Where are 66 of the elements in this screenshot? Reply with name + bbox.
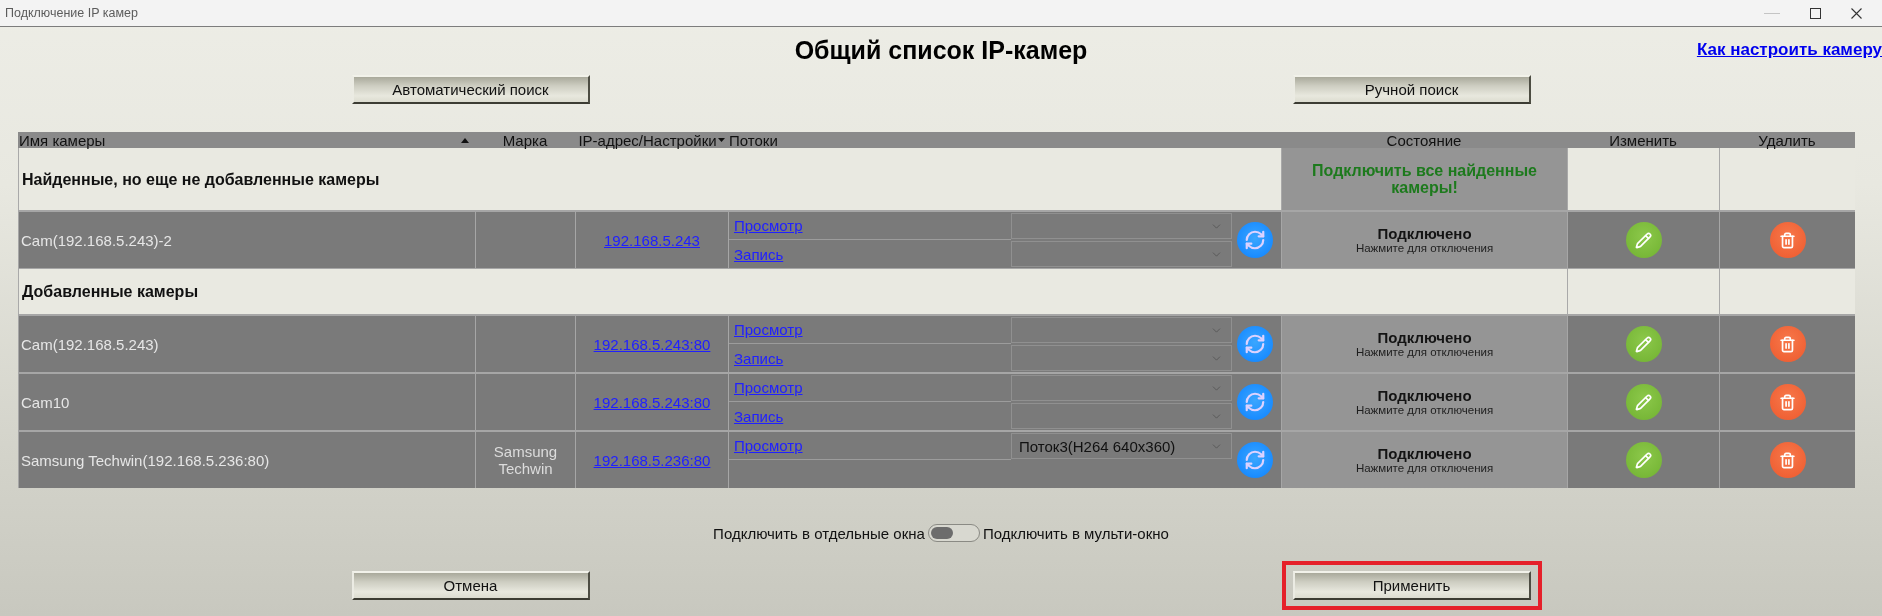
delete-button[interactable] xyxy=(1769,442,1806,478)
sort-up-icon[interactable] xyxy=(461,137,469,143)
edit-button[interactable] xyxy=(1625,384,1662,420)
column-header: Состояние xyxy=(1386,132,1462,148)
pencil-icon xyxy=(1635,335,1653,353)
mode-label: Подключить в мульти-окно xyxy=(982,524,1169,542)
edit-button[interactable] xyxy=(1625,222,1662,258)
stream-link[interactable]: Просмотр xyxy=(734,321,803,338)
delete-button[interactable] xyxy=(1769,222,1806,258)
status-button[interactable]: Подключено Нажмите для отключения xyxy=(1281,315,1568,373)
trash-icon xyxy=(1779,393,1797,411)
manual-search-button[interactable]: Ручной поиск xyxy=(1292,75,1531,104)
trash-icon xyxy=(1779,451,1797,469)
section-title: Добавленные камеры xyxy=(22,283,199,300)
refresh-icon xyxy=(1243,333,1266,355)
close-icon[interactable] xyxy=(1851,7,1862,19)
stream-link[interactable]: Просмотр xyxy=(734,379,803,396)
trash-icon xyxy=(1779,335,1797,353)
ip-address-link[interactable]: 192.168.5.243 xyxy=(604,231,700,249)
help-link[interactable]: Как настроить камеру xyxy=(1696,40,1882,60)
stream-link[interactable]: Просмотр xyxy=(734,217,803,234)
maximize-icon[interactable] xyxy=(1810,7,1821,19)
edit-button[interactable] xyxy=(1625,442,1662,478)
refresh-icon xyxy=(1243,229,1266,251)
connect-all-button[interactable]: Подключить все найденные камеры! xyxy=(1281,148,1568,211)
stream-link[interactable]: Запись xyxy=(734,245,784,263)
column-header: IP-адрес/Настройки xyxy=(578,132,717,148)
stream-link[interactable]: Запись xyxy=(734,407,784,425)
stream-link[interactable]: Запись xyxy=(734,349,784,367)
camera-name: Cam(192.168.5.243) xyxy=(20,335,159,353)
refresh-icon xyxy=(1243,449,1266,471)
column-header: Потоки xyxy=(729,132,778,148)
pencil-icon xyxy=(1635,393,1653,411)
column-header: Изменить xyxy=(1609,132,1677,148)
page-title: Общий список IP-камер xyxy=(794,35,1088,65)
pencil-icon xyxy=(1635,451,1653,469)
status-button[interactable]: Подключено Нажмите для отключения xyxy=(1281,431,1568,488)
trash-icon xyxy=(1779,231,1797,249)
apply-button[interactable]: Применить xyxy=(1292,571,1531,600)
camera-name: Cam(192.168.5.243)-2 xyxy=(20,231,172,249)
stream-select[interactable]: Поток3(H264 640x360) xyxy=(1011,433,1232,459)
cancel-button[interactable]: Отмена xyxy=(351,571,590,600)
refresh-icon xyxy=(1243,391,1266,413)
section-title: Найденные, но еще не добавленные камеры xyxy=(22,170,380,188)
camera-name: Samsung Techwin(192.168.5.236:80) xyxy=(20,451,270,469)
auto-search-button[interactable]: Автоматический поиск xyxy=(351,75,590,104)
edit-button[interactable] xyxy=(1625,326,1662,362)
column-header: Удалить xyxy=(1758,132,1816,148)
column-header: Имя камеры xyxy=(19,132,106,148)
status-button[interactable]: Подключено Нажмите для отключения xyxy=(1281,211,1568,269)
status-button[interactable]: Подключено Нажмите для отключения xyxy=(1281,373,1568,431)
mode-switch[interactable] xyxy=(927,524,980,542)
refresh-button[interactable] xyxy=(1236,326,1273,362)
camera-name: Cam10 xyxy=(20,393,70,411)
mode-label: Подключить в отдельные окна xyxy=(713,524,925,542)
column-header: Марка xyxy=(502,132,548,148)
stream-link[interactable]: Просмотр xyxy=(734,437,803,454)
caret-down-icon[interactable] xyxy=(717,138,725,142)
delete-button[interactable] xyxy=(1769,384,1806,420)
refresh-button[interactable] xyxy=(1236,222,1273,258)
window-title: Подключение IP камер xyxy=(5,6,138,20)
refresh-button[interactable] xyxy=(1236,442,1273,478)
pencil-icon xyxy=(1635,231,1653,249)
refresh-button[interactable] xyxy=(1236,384,1273,420)
camera-brand: Samsung Techwin xyxy=(492,443,559,477)
delete-button[interactable] xyxy=(1769,326,1806,362)
